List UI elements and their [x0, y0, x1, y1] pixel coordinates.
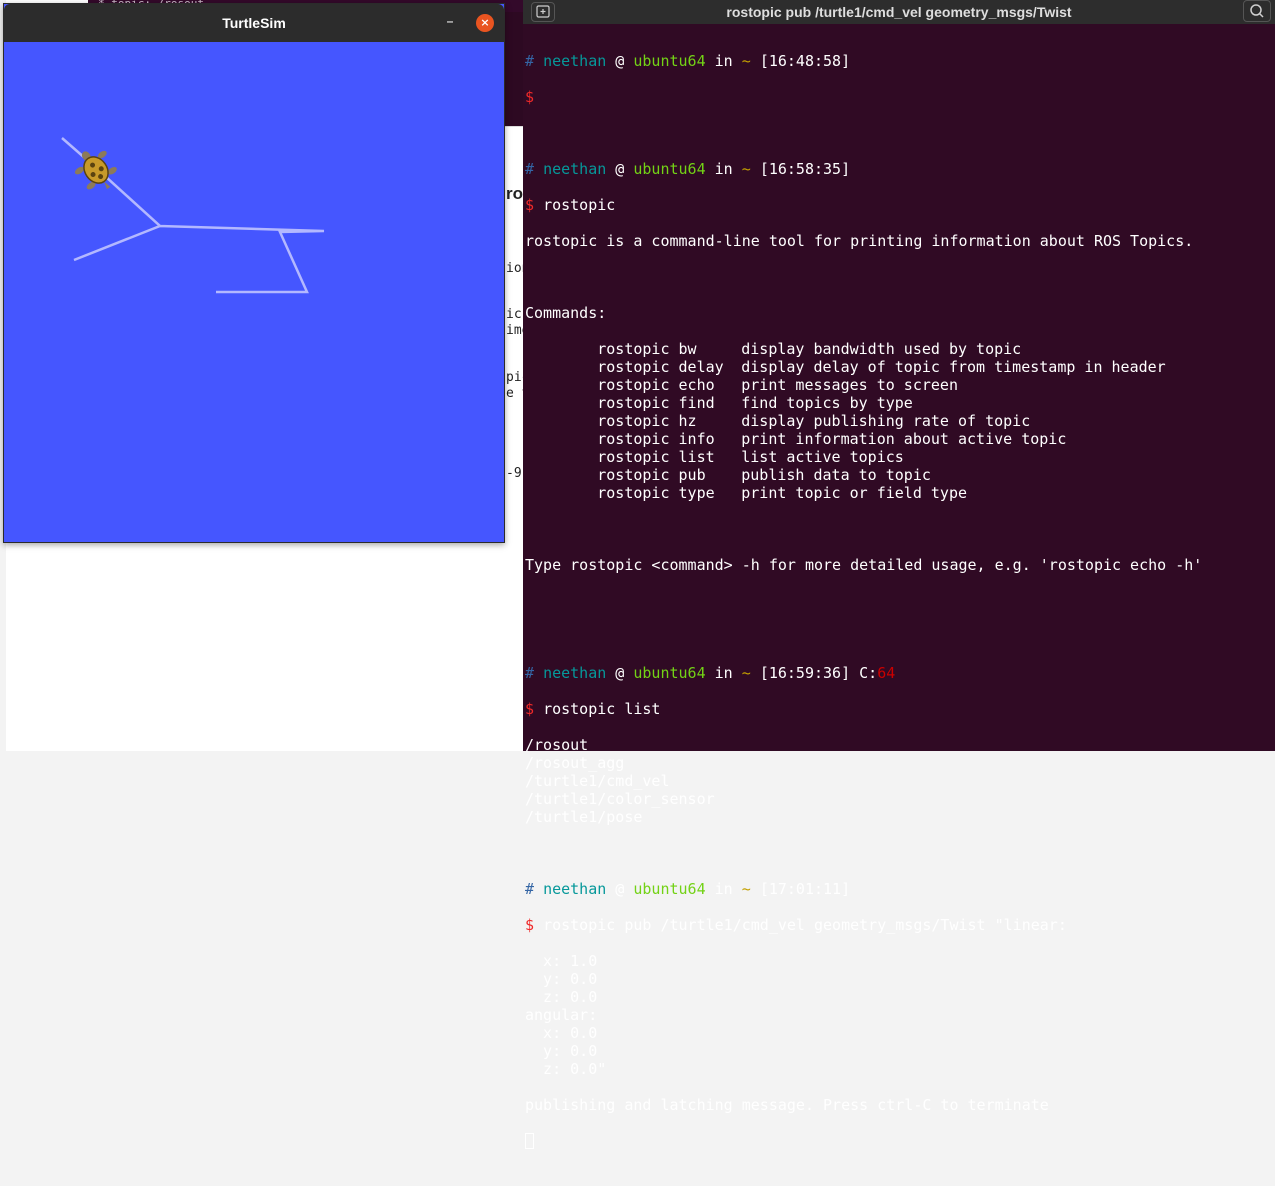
message-field-line: y: 0.0: [525, 1042, 598, 1060]
command-description: print messages to screen: [741, 376, 958, 394]
prompt-host: ubuntu64: [633, 160, 706, 178]
command-line: $ rostopic list: [525, 700, 661, 718]
message-field-line: z: 0.0: [525, 988, 598, 1006]
turtlesim-canvas: [61, 137, 325, 294]
command-list: rostopic bw display bandwidth used by top…: [525, 340, 1275, 502]
prompt-user: neethan: [543, 52, 607, 70]
topic-item: /rosout_agg: [525, 754, 625, 772]
command-description: print information about active topic: [741, 430, 1067, 448]
prompt-dir: ~: [741, 52, 751, 70]
command-name: rostopic list: [597, 448, 715, 466]
prompt-line: # neethan @ ubuntu64 in ~ [16:48:58]: [525, 52, 851, 70]
command-text: rostopic: [543, 196, 616, 214]
search-button[interactable]: [1243, 0, 1271, 22]
prompt-line: # neethan @ ubuntu64 in ~ [17:01:11]: [525, 880, 851, 898]
command-name: rostopic hz: [597, 412, 697, 430]
command-description: find topics by type: [741, 394, 913, 412]
message-field-line: y: 0.0: [525, 970, 598, 988]
command-line: $: [525, 88, 535, 106]
command-help-row: rostopic find find topics by type: [525, 394, 1275, 412]
window-title: TurtleSim: [222, 15, 286, 31]
terminal-output[interactable]: # neethan @ ubuntu64 in ~ [16:48:58] $ #…: [525, 34, 1275, 1149]
command-help-row: rostopic list list active topics: [525, 448, 1275, 466]
command-description: display bandwidth used by topic: [741, 340, 1022, 358]
prompt-time: [16:48:58]: [759, 52, 851, 70]
status-line: publishing and latching message. Press c…: [525, 1096, 1049, 1114]
command-description: publish data to topic: [741, 466, 931, 484]
window-title: rostopic pub /turtle1/cmd_vel geometry_m…: [726, 4, 1072, 20]
output-line: Type rostopic <command> -h for more deta…: [525, 556, 1203, 574]
prompt-host: ubuntu64: [633, 880, 706, 898]
message-body: x: 1.0 y: 0.0 z: 0.0 angular: x: 0.0 y: 0…: [525, 952, 1275, 1078]
command-help-row: rostopic type print topic or field type: [525, 484, 1275, 502]
message-field-line: x: 1.0: [525, 952, 598, 970]
prompt-time: [16:59:36]: [759, 664, 851, 682]
command-name: rostopic echo: [597, 376, 715, 394]
search-icon: [1250, 4, 1264, 18]
topic-item: /turtle1/color_sensor: [525, 790, 715, 808]
command-help-row: rostopic delay display delay of topic fro…: [525, 358, 1275, 376]
command-name: rostopic find: [597, 394, 715, 412]
command-description: display delay of topic from timestamp in…: [741, 358, 1166, 376]
output-line: Commands:: [525, 304, 607, 322]
command-description: print topic or field type: [741, 484, 968, 502]
command-help-row: rostopic bw display bandwidth used by top…: [525, 340, 1275, 358]
command-text: rostopic list: [543, 700, 661, 718]
message-field-line: angular:: [525, 1006, 598, 1024]
prompt-line: # neethan @ ubuntu64 in ~ [16:59:36] C:6…: [525, 664, 896, 682]
turtlesim-window[interactable]: TurtleSim – ×: [3, 3, 505, 543]
prompt-time: [17:01:11]: [759, 880, 851, 898]
minimize-button[interactable]: –: [440, 12, 460, 32]
terminal-titlebar[interactable]: rostopic pub /turtle1/cmd_vel geometry_m…: [523, 0, 1275, 24]
command-help-row: rostopic echo print messages to screen: [525, 376, 1275, 394]
command-text: rostopic pub /turtle1/cmd_vel geometry_m…: [543, 916, 1067, 934]
prompt-line: # neethan @ ubuntu64 in ~ [16:58:35]: [525, 160, 851, 178]
prompt-dir: ~: [741, 664, 751, 682]
prompt-dir: ~: [741, 880, 751, 898]
command-description: list active topics: [741, 448, 904, 466]
background-fragment: ro: [506, 184, 523, 203]
command-line: $ rostopic pub /turtle1/cmd_vel geometry…: [525, 916, 1067, 934]
prompt-cpu-value: 64: [877, 664, 896, 682]
command-description: display publishing rate of topic: [741, 412, 1031, 430]
command-name: rostopic bw: [597, 340, 697, 358]
prompt-host: ubuntu64: [633, 664, 706, 682]
command-help-row: rostopic pub publish data to topic: [525, 466, 1275, 484]
close-button[interactable]: ×: [476, 14, 494, 32]
turtlesim-titlebar[interactable]: TurtleSim – ×: [4, 4, 504, 42]
command-name: rostopic delay: [597, 358, 724, 376]
terminal-window[interactable]: rostopic pub /turtle1/cmd_vel geometry_m…: [523, 0, 1275, 1149]
topic-item: /turtle1/cmd_vel: [525, 772, 670, 790]
command-name: rostopic pub: [597, 466, 706, 484]
topic-item: /rosout: [525, 736, 589, 754]
command-help-row: rostopic hz display publishing rate of to…: [525, 412, 1275, 430]
output-line: rostopic is a command-line tool for prin…: [525, 232, 1194, 250]
command-name: rostopic type: [597, 484, 715, 502]
command-help-row: rostopic info print information about act…: [525, 430, 1275, 448]
prompt-dir: ~: [741, 160, 751, 178]
message-field-line: z: 0.0": [525, 1060, 607, 1078]
topic-list: /rosout/rosout_agg/turtle1/cmd_vel/turtl…: [525, 736, 1275, 826]
prompt-user: neethan: [543, 664, 607, 682]
prompt-user: neethan: [543, 880, 607, 898]
command-line: $ rostopic: [525, 196, 616, 214]
prompt-host: ubuntu64: [633, 52, 706, 70]
message-field-line: x: 0.0: [525, 1024, 598, 1042]
text-cursor[interactable]: [525, 1133, 534, 1149]
prompt-time: [16:58:35]: [759, 160, 851, 178]
prompt-cpu-label: C:: [859, 664, 878, 682]
prompt-user: neethan: [543, 160, 607, 178]
cursor-line[interactable]: [525, 1132, 1275, 1150]
command-name: rostopic info: [597, 430, 715, 448]
topic-item: /turtle1/pose: [525, 808, 643, 826]
background-fragment: ic: [506, 307, 522, 322]
